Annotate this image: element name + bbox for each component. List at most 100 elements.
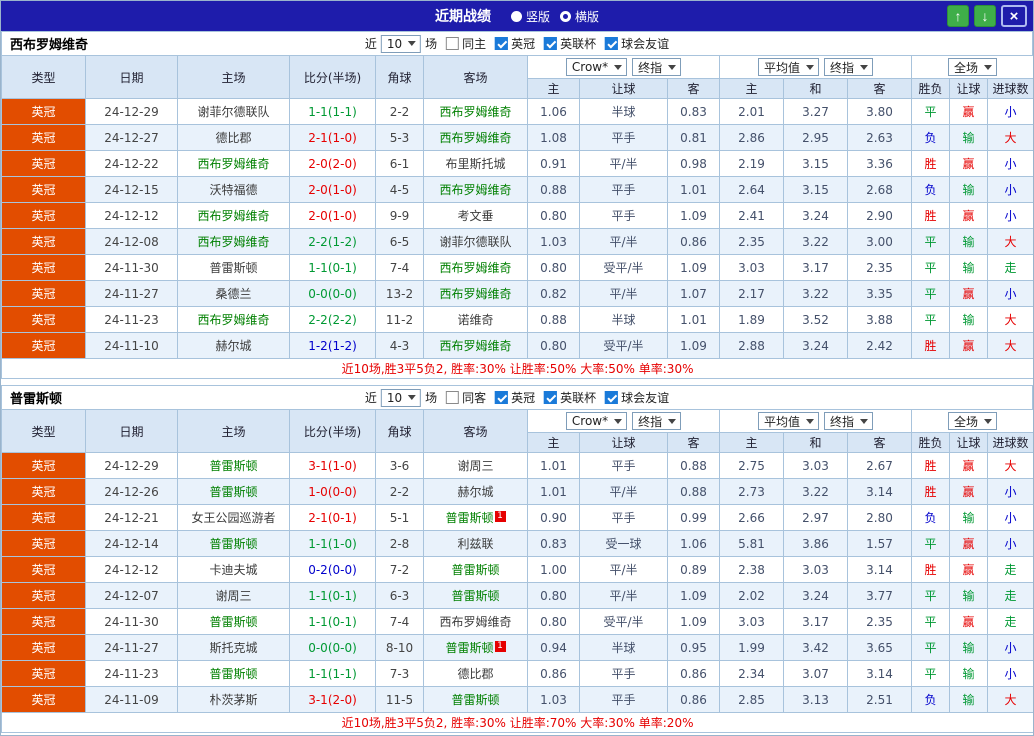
asia-odds-final-select[interactable]: 终指 bbox=[632, 412, 682, 430]
home-team-cell[interactable]: 朴茨茅斯 bbox=[177, 686, 290, 713]
away-team-cell[interactable]: 诺维奇 bbox=[423, 306, 528, 333]
euro-home-odds-cell: 2.73 bbox=[719, 478, 785, 505]
match-row[interactable]: 英冠 24-12-26 普雷斯顿 1-0(0-0) 2-2 赫尔城 1.01 平… bbox=[1, 478, 1033, 505]
home-team-cell[interactable]: 西布罗姆维奇 bbox=[177, 150, 290, 177]
home-team-cell[interactable]: 西布罗姆维奇 bbox=[177, 228, 290, 255]
match-row[interactable]: 英冠 24-11-23 普雷斯顿 1-1(1-1) 7-3 德比郡 0.86 平… bbox=[1, 660, 1033, 687]
asia-home-odds-cell: 1.06 bbox=[527, 98, 580, 125]
match-row[interactable]: 英冠 24-11-23 西布罗姆维奇 2-2(2-2) 11-2 诺维奇 0.8… bbox=[1, 306, 1033, 333]
filter-checkbox-same-venue[interactable]: 同客 bbox=[446, 389, 486, 406]
euro-odds-source-select[interactable]: 平均值 bbox=[758, 412, 820, 430]
home-team-cell[interactable]: 普雷斯顿 bbox=[177, 452, 290, 479]
away-team-cell[interactable]: 布里斯托城 bbox=[423, 150, 528, 177]
home-team-cell[interactable]: 谢菲尔德联队 bbox=[177, 98, 290, 125]
euro-away-odds-cell: 3.14 bbox=[847, 478, 913, 505]
away-team-cell[interactable]: 普雷斯顿 bbox=[423, 582, 528, 609]
home-team-cell[interactable]: 女王公园巡游者 bbox=[177, 504, 290, 531]
filter-checkbox-friendly[interactable]: 球会友谊 bbox=[605, 389, 669, 406]
home-team-cell[interactable]: 普雷斯顿 bbox=[177, 660, 290, 687]
asia-odds-source-select[interactable]: Crow* bbox=[565, 58, 628, 76]
red-card-badge: 1 bbox=[494, 641, 506, 652]
home-team-cell[interactable]: 西布罗姆维奇 bbox=[177, 306, 290, 333]
match-row[interactable]: 英冠 24-12-29 普雷斯顿 3-1(1-0) 3-6 谢周三 1.01 平… bbox=[1, 452, 1033, 479]
home-team-cell[interactable]: 德比郡 bbox=[177, 124, 290, 151]
away-team-cell[interactable]: 西布罗姆维奇 bbox=[423, 124, 528, 151]
away-team-cell[interactable]: 普雷斯顿 1 bbox=[423, 634, 528, 661]
close-button[interactable]: × bbox=[1001, 5, 1027, 27]
filter-checkbox-championship[interactable]: 英冠 bbox=[495, 389, 535, 406]
scope-select[interactable]: 全场 bbox=[948, 412, 998, 430]
corner-cell: 4-3 bbox=[375, 332, 424, 359]
euro-away-odds-cell: 2.80 bbox=[847, 504, 913, 531]
asia-odds-source-select[interactable]: Crow* bbox=[565, 412, 628, 430]
match-row[interactable]: 英冠 24-11-27 桑德兰 0-0(0-0) 13-2 西布罗姆维奇 0.8… bbox=[1, 280, 1033, 307]
away-team-cell[interactable]: 普雷斯顿 bbox=[423, 556, 528, 583]
match-row[interactable]: 英冠 24-11-10 赫尔城 1-2(1-2) 4-3 西布罗姆维奇 0.80… bbox=[1, 332, 1033, 359]
home-team-cell[interactable]: 赫尔城 bbox=[177, 332, 290, 359]
filter-checkbox-same-venue[interactable]: 同主 bbox=[446, 35, 486, 52]
filter-checkbox-friendly[interactable]: 球会友谊 bbox=[605, 35, 669, 52]
away-team-cell[interactable]: 西布罗姆维奇 bbox=[423, 608, 528, 635]
away-team-cell[interactable]: 德比郡 bbox=[423, 660, 528, 687]
checkbox-icon bbox=[605, 37, 619, 50]
match-row[interactable]: 英冠 24-11-09 朴茨茅斯 3-1(2-0) 11-5 普雷斯顿 1.03… bbox=[1, 686, 1033, 713]
scope-select[interactable]: 全场 bbox=[948, 58, 998, 76]
away-team-cell[interactable]: 西布罗姆维奇 bbox=[423, 176, 528, 203]
scroll-down-button[interactable]: ↓ bbox=[974, 5, 996, 27]
result-wdl-cell: 平 bbox=[911, 634, 951, 661]
result-wdl-cell: 平 bbox=[911, 582, 951, 609]
result-wdl-cell: 胜 bbox=[911, 202, 951, 229]
score-cell: 2-1(0-1) bbox=[289, 504, 376, 531]
home-team-cell[interactable]: 卡迪夫城 bbox=[177, 556, 290, 583]
away-team-cell[interactable]: 赫尔城 bbox=[423, 478, 528, 505]
match-row[interactable]: 英冠 24-12-21 女王公园巡游者 2-1(0-1) 5-1 普雷斯顿 1 0… bbox=[1, 504, 1033, 531]
home-team-cell[interactable]: 西布罗姆维奇 bbox=[177, 202, 290, 229]
view-option-vertical[interactable]: 竖版 bbox=[510, 8, 550, 25]
match-row[interactable]: 英冠 24-12-14 普雷斯顿 1-1(1-0) 2-8 利兹联 0.83 受… bbox=[1, 530, 1033, 557]
match-row[interactable]: 英冠 24-11-30 普雷斯顿 1-1(0-1) 7-4 西布罗姆维奇 0.8… bbox=[1, 608, 1033, 635]
match-row[interactable]: 英冠 24-12-12 西布罗姆维奇 2-0(1-0) 9-9 考文垂 0.80… bbox=[1, 202, 1033, 229]
home-team-cell[interactable]: 普雷斯顿 bbox=[177, 608, 290, 635]
away-team-cell[interactable]: 西布罗姆维奇 bbox=[423, 332, 528, 359]
away-team-cell[interactable]: 谢周三 bbox=[423, 452, 528, 479]
home-team-cell[interactable]: 普雷斯顿 bbox=[177, 478, 290, 505]
match-count-select[interactable]: 10 bbox=[380, 34, 422, 53]
filter-checkbox-league-cup[interactable]: 英联杯 bbox=[544, 389, 596, 406]
away-team-cell[interactable]: 谢菲尔德联队 bbox=[423, 228, 528, 255]
away-team-cell[interactable]: 考文垂 bbox=[423, 202, 528, 229]
filter-checkbox-league-cup[interactable]: 英联杯 bbox=[544, 35, 596, 52]
away-team-cell[interactable]: 西布罗姆维奇 bbox=[423, 280, 528, 307]
home-team-cell[interactable]: 普雷斯顿 bbox=[177, 530, 290, 557]
away-team-cell[interactable]: 西布罗姆维奇 bbox=[423, 254, 528, 281]
away-team-cell[interactable]: 利兹联 bbox=[423, 530, 528, 557]
away-team-cell[interactable]: 普雷斯顿 1 bbox=[423, 504, 528, 531]
match-row[interactable]: 英冠 24-12-12 卡迪夫城 0-2(0-0) 7-2 普雷斯顿 1.00 … bbox=[1, 556, 1033, 583]
euro-home-odds-cell: 3.03 bbox=[719, 254, 785, 281]
filter-bar: 近 10 场 同主 英冠 英联杯 球会友谊 bbox=[365, 34, 669, 53]
filter-checkbox-championship[interactable]: 英冠 bbox=[495, 35, 535, 52]
view-option-horizontal[interactable]: 横版 bbox=[560, 8, 599, 25]
match-row[interactable]: 英冠 24-11-27 斯托克城 0-0(0-0) 8-10 普雷斯顿 1 0.9… bbox=[1, 634, 1033, 661]
match-row[interactable]: 英冠 24-12-27 德比郡 2-1(1-0) 5-3 西布罗姆维奇 1.08… bbox=[1, 124, 1033, 151]
scroll-up-button[interactable]: ↑ bbox=[947, 5, 969, 27]
away-team-cell[interactable]: 西布罗姆维奇 bbox=[423, 98, 528, 125]
home-team-cell[interactable]: 谢周三 bbox=[177, 582, 290, 609]
match-row[interactable]: 英冠 24-12-15 沃特福德 2-0(1-0) 4-5 西布罗姆维奇 0.8… bbox=[1, 176, 1033, 203]
match-row[interactable]: 英冠 24-12-29 谢菲尔德联队 1-1(1-1) 2-2 西布罗姆维奇 1… bbox=[1, 98, 1033, 125]
league-cell: 英冠 bbox=[1, 582, 86, 609]
match-row[interactable]: 英冠 24-12-08 西布罗姆维奇 2-2(1-2) 6-5 谢菲尔德联队 1… bbox=[1, 228, 1033, 255]
col-header-score: 比分(半场) bbox=[289, 409, 376, 453]
match-row[interactable]: 英冠 24-12-22 西布罗姆维奇 2-0(2-0) 6-1 布里斯托城 0.… bbox=[1, 150, 1033, 177]
euro-odds-source-select[interactable]: 平均值 bbox=[758, 58, 820, 76]
match-row[interactable]: 英冠 24-11-30 普雷斯顿 1-1(0-1) 7-4 西布罗姆维奇 0.8… bbox=[1, 254, 1033, 281]
home-team-cell[interactable]: 沃特福德 bbox=[177, 176, 290, 203]
home-team-cell[interactable]: 斯托克城 bbox=[177, 634, 290, 661]
euro-odds-final-select[interactable]: 终指 bbox=[824, 58, 874, 76]
match-row[interactable]: 英冠 24-12-07 谢周三 1-1(0-1) 6-3 普雷斯顿 0.80 平… bbox=[1, 582, 1033, 609]
match-count-select[interactable]: 10 bbox=[380, 388, 422, 407]
away-team-cell[interactable]: 普雷斯顿 bbox=[423, 686, 528, 713]
euro-odds-final-select[interactable]: 终指 bbox=[824, 412, 874, 430]
home-team-cell[interactable]: 普雷斯顿 bbox=[177, 254, 290, 281]
asia-odds-final-select[interactable]: 终指 bbox=[632, 58, 682, 76]
home-team-cell[interactable]: 桑德兰 bbox=[177, 280, 290, 307]
